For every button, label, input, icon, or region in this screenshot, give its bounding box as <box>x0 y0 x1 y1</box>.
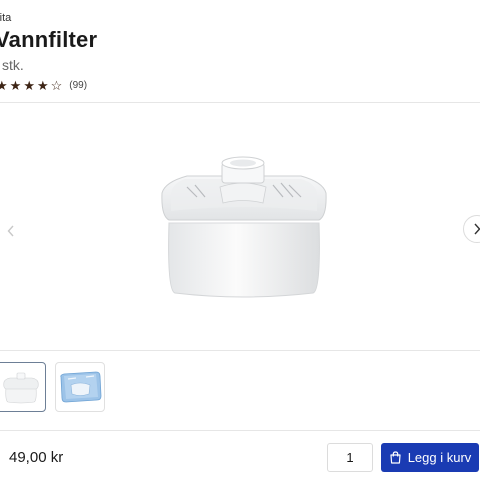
star-empty-icon: ☆ <box>50 78 63 93</box>
chevron-left-icon <box>7 225 14 237</box>
brand-name[interactable]: rita <box>0 12 11 24</box>
filter-package-thumbnail <box>60 371 102 403</box>
image-gallery <box>0 103 480 351</box>
chevron-right-icon <box>474 223 480 235</box>
divider <box>0 430 480 431</box>
divider <box>0 350 480 351</box>
quantity-input[interactable] <box>327 443 373 472</box>
star-filled-icon: ★ <box>0 78 8 93</box>
star-filled-icon: ★ <box>23 78 35 93</box>
add-to-cart-label: Legg i kurv <box>407 450 472 465</box>
filter-cartridge-thumbnail <box>3 372 39 404</box>
shopping-bag-icon <box>390 451 401 464</box>
product-unit: stk. <box>2 57 24 73</box>
add-to-cart-button[interactable]: Legg i kurv <box>381 443 479 472</box>
star-filled-icon: ★ <box>36 78 49 93</box>
gallery-prev-button[interactable] <box>0 220 22 242</box>
product-title: Vannfilter <box>0 27 98 52</box>
rating[interactable]: ★ ★ ★ ★ ☆ (99) <box>0 79 87 92</box>
thumbnail-filter-package[interactable] <box>55 362 105 412</box>
product-price: 49,00 kr <box>9 449 64 466</box>
gallery-next-button[interactable] <box>463 215 480 243</box>
product-image <box>161 156 327 298</box>
rating-count[interactable]: (99) <box>69 80 87 91</box>
star-filled-icon: ★ <box>9 78 22 93</box>
thumbnail-filter-cartridge[interactable] <box>0 362 46 412</box>
